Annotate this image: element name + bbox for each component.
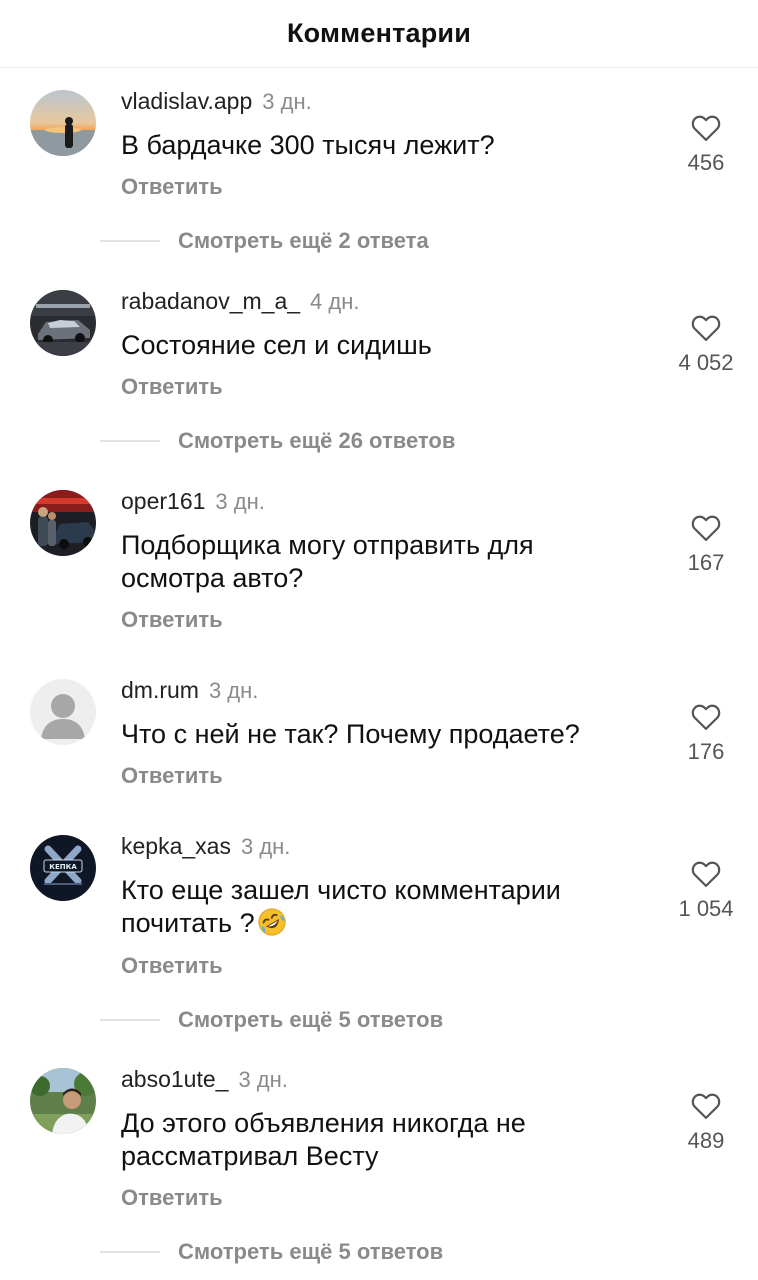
people-with-car-photo bbox=[30, 490, 96, 556]
avatar[interactable] bbox=[30, 679, 96, 745]
heart-icon[interactable] bbox=[691, 514, 721, 542]
comment-text: В бардачке 300 тысяч лежит? bbox=[121, 130, 495, 160]
like-control: 1 054 bbox=[666, 860, 746, 922]
comment-time: 4 дн. bbox=[310, 289, 360, 314]
like-count: 1 054 bbox=[678, 896, 734, 921]
default-user-icon bbox=[30, 679, 96, 745]
avatar[interactable]: КЕПКА bbox=[30, 835, 96, 901]
car-photo bbox=[30, 290, 96, 356]
username[interactable]: rabadanov_m_a_ bbox=[121, 288, 300, 315]
avatar[interactable] bbox=[30, 1068, 96, 1134]
sunset-beach-photo bbox=[30, 90, 96, 156]
comment-time: 3 дн. bbox=[208, 678, 259, 703]
like-count: 489 bbox=[687, 1128, 725, 1153]
view-more-replies-label: Смотреть ещё 5 ответов bbox=[178, 1007, 444, 1032]
view-more-replies-label: Смотреть ещё 2 ответа bbox=[178, 228, 429, 253]
comment-time: 3 дн. bbox=[215, 489, 265, 514]
username[interactable]: abso1ute_ bbox=[121, 1066, 228, 1093]
comment-text-body: Кто еще зашел чисто комментарии почитать… bbox=[121, 875, 561, 938]
avatar-logo-text: КЕПКА bbox=[49, 863, 77, 871]
heart-icon[interactable] bbox=[691, 860, 721, 888]
avatar[interactable] bbox=[30, 290, 96, 356]
view-more-replies[interactable]: Смотреть ещё 5 ответов bbox=[100, 1237, 443, 1267]
reply-button[interactable]: Ответить bbox=[121, 1185, 223, 1211]
comment-time: 3 дн. bbox=[238, 1067, 288, 1092]
heart-icon[interactable] bbox=[691, 703, 721, 731]
view-more-replies[interactable]: Смотреть ещё 2 ответа bbox=[100, 226, 429, 256]
reply-button[interactable]: Ответить bbox=[121, 374, 223, 400]
like-control: 489 bbox=[666, 1092, 746, 1154]
view-more-replies[interactable]: Смотреть ещё 5 ответов bbox=[100, 1005, 443, 1035]
like-control: 176 bbox=[666, 703, 746, 765]
comment-text: Подборщика могу отправить для осмотра ав… bbox=[121, 530, 534, 593]
comment-time: 3 дн. bbox=[262, 89, 312, 114]
comment-text: Кто еще зашел чисто комментарии почитать… bbox=[121, 874, 631, 940]
username[interactable]: kepka_xas bbox=[121, 833, 231, 860]
header-title: Комментарии bbox=[286, 18, 471, 48]
username[interactable]: oper161 bbox=[121, 488, 205, 515]
reply-button[interactable]: Ответить bbox=[121, 763, 223, 789]
comment-text: Состояние сел и сидишь bbox=[121, 330, 432, 360]
comment-time: 3 дн. bbox=[240, 834, 291, 859]
heart-icon[interactable] bbox=[691, 1092, 721, 1120]
like-count: 176 bbox=[687, 739, 725, 764]
rolling-on-floor-laughing-emoji bbox=[258, 908, 286, 936]
heart-icon[interactable] bbox=[691, 314, 721, 342]
avatar[interactable] bbox=[30, 90, 96, 156]
like-count: 456 bbox=[687, 150, 725, 175]
divider bbox=[100, 1251, 160, 1253]
reply-button[interactable]: Ответить bbox=[121, 174, 223, 200]
comment-text: Что с ней не так? Почему продаете? bbox=[121, 719, 580, 749]
like-control: 167 bbox=[666, 514, 746, 576]
reply-button[interactable]: Ответить bbox=[121, 953, 223, 979]
like-control: 4 052 bbox=[666, 314, 746, 376]
comment-text: До этого объявления никогда не рассматри… bbox=[121, 1108, 526, 1171]
avatar[interactable] bbox=[30, 490, 96, 556]
like-control: 456 bbox=[666, 114, 746, 176]
divider bbox=[100, 440, 160, 442]
username[interactable]: vladislav.app bbox=[121, 88, 252, 115]
comments-sheet: Комментарии vladislav.app 3 дн. В бардач… bbox=[0, 0, 758, 1280]
like-count: 4 052 bbox=[678, 350, 734, 375]
divider bbox=[100, 240, 160, 242]
kepka-logo: КЕПКА bbox=[30, 835, 96, 901]
view-more-replies-label: Смотреть ещё 5 ответов bbox=[178, 1239, 444, 1264]
username[interactable]: dm.rum bbox=[121, 677, 199, 704]
like-count: 167 bbox=[687, 550, 725, 575]
divider bbox=[100, 1019, 160, 1021]
view-more-replies[interactable]: Смотреть ещё 26 ответов bbox=[100, 426, 455, 456]
reply-button[interactable]: Ответить bbox=[121, 607, 223, 633]
comments-header: Комментарии bbox=[0, 0, 758, 68]
heart-icon[interactable] bbox=[691, 114, 721, 142]
person-outdoor-photo bbox=[30, 1068, 96, 1134]
view-more-replies-label: Смотреть ещё 26 ответов bbox=[178, 428, 456, 453]
